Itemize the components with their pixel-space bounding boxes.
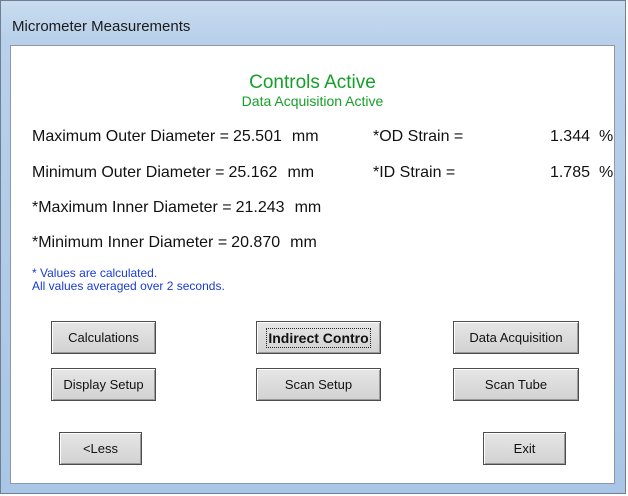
indirect-control-button-label: Indirect Contro (266, 327, 371, 348)
min-outer-diameter-unit: mm (287, 164, 315, 181)
calculations-button[interactable]: Calculations (51, 321, 156, 354)
indirect-control-button[interactable]: Indirect Contro (256, 321, 381, 354)
less-button[interactable]: <Less (59, 432, 142, 465)
scan-setup-button[interactable]: Scan Setup (256, 368, 381, 401)
window-title: Micrometer Measurements (12, 18, 191, 35)
min-inner-diameter-value: 20.870 (231, 234, 281, 251)
controls-status: Controls Active (249, 72, 376, 93)
max-outer-diameter-label: Maximum Outer Diameter = (32, 128, 229, 145)
acquisition-status: Data Acquisition Active (241, 93, 384, 109)
max-inner-diameter-label: *Maximum Inner Diameter = (32, 199, 232, 216)
id-strain-unit: % (599, 164, 614, 181)
min-inner-diameter-label: *Minimum Inner Diameter = (32, 234, 228, 251)
id-strain-value: 1.785 (549, 164, 590, 181)
calculations-button-label: Calculations (68, 330, 139, 345)
averaged-note: All values averaged over 2 seconds. (32, 279, 225, 293)
scan-setup-button-label: Scan Setup (284, 377, 353, 392)
od-strain-value: 1.344 (549, 128, 590, 145)
display-setup-button-label: Display Setup (63, 377, 144, 392)
min-outer-diameter-label: Minimum Outer Diameter = (32, 164, 225, 181)
display-setup-button[interactable]: Display Setup (51, 368, 156, 401)
max-inner-diameter-row: *Maximum Inner Diameter = 21.243 mm (32, 199, 321, 217)
max-outer-diameter-unit: mm (291, 128, 319, 145)
max-outer-diameter-value: 25.501 (232, 128, 282, 145)
od-strain-label: *OD Strain = (373, 128, 464, 145)
max-inner-diameter-value: 21.243 (235, 199, 285, 216)
min-inner-diameter-row: *Minimum Inner Diameter = 20.870 mm (32, 234, 317, 252)
min-outer-diameter-row: Minimum Outer Diameter = 25.162 mm (32, 164, 314, 182)
id-strain-label: *ID Strain = (373, 164, 456, 181)
scan-tube-button[interactable]: Scan Tube (453, 368, 579, 401)
min-outer-diameter-value: 25.162 (228, 164, 278, 181)
od-strain-unit: % (599, 128, 614, 145)
scan-tube-button-label: Scan Tube (484, 377, 548, 392)
measurements-panel: Controls Active Data Acquisition Active … (10, 45, 615, 484)
max-inner-diameter-unit: mm (294, 199, 322, 216)
window-titlebar[interactable]: Micrometer Measurements (1, 1, 625, 43)
data-acquisition-button-label: Data Acquisition (469, 330, 563, 345)
exit-button[interactable]: Exit (483, 432, 566, 465)
data-acquisition-button[interactable]: Data Acquisition (453, 321, 579, 354)
min-inner-diameter-unit: mm (290, 234, 317, 251)
micrometer-window: Micrometer Measurements Controls Active … (0, 0, 626, 494)
less-button-label: <Less (82, 441, 119, 456)
exit-button-label: Exit (513, 441, 536, 456)
max-outer-diameter-row: Maximum Outer Diameter = 25.501 mm (32, 128, 319, 146)
